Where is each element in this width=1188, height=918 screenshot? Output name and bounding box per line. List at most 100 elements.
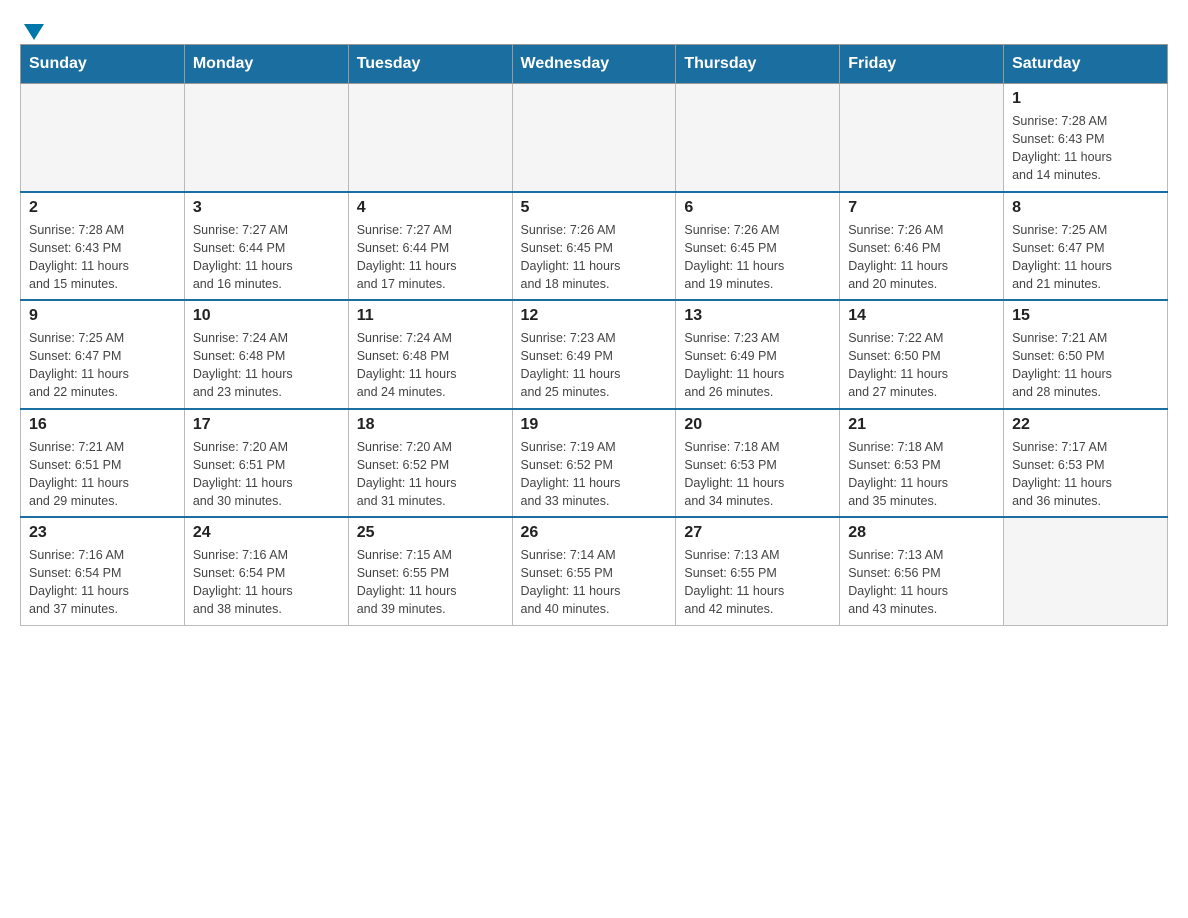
calendar-day-cell: 11 Sunrise: 7:24 AM Sunset: 6:48 PM Dayli…: [348, 300, 512, 409]
calendar-day-cell: [676, 84, 840, 192]
calendar-day-cell: 14 Sunrise: 7:22 AM Sunset: 6:50 PM Dayli…: [840, 300, 1004, 409]
page-header: [20, 20, 1168, 34]
day-number: 13: [684, 307, 831, 325]
day-number: 14: [848, 307, 995, 325]
calendar-day-cell: 20 Sunrise: 7:18 AM Sunset: 6:53 PM Dayli…: [676, 409, 840, 518]
column-header-tuesday: Tuesday: [348, 45, 512, 84]
calendar-day-cell: 28Sunrise: 7:13 AM Sunset: 6:56 PM Dayli…: [840, 517, 1004, 625]
day-info: Sunrise: 7:14 AM Sunset: 6:55 PM Dayligh…: [521, 546, 668, 619]
calendar-day-cell: 10Sunrise: 7:24 AM Sunset: 6:48 PM Dayli…: [184, 300, 348, 409]
day-info: Sunrise: 7:25 AM Sunset: 6:47 PM Dayligh…: [1012, 221, 1159, 294]
day-info: Sunrise: 7:27 AM Sunset: 6:44 PM Dayligh…: [357, 221, 504, 294]
day-info: Sunrise: 7:13 AM Sunset: 6:55 PM Dayligh…: [684, 546, 831, 619]
column-header-monday: Monday: [184, 45, 348, 84]
calendar-day-cell: 17 Sunrise: 7:20 AM Sunset: 6:51 PM Dayli…: [184, 409, 348, 518]
day-number: 11: [357, 307, 504, 325]
day-info: Sunrise: 7:16 AM Sunset: 6:54 PM Dayligh…: [193, 546, 340, 619]
day-number: 18: [357, 416, 504, 434]
day-number: 6: [684, 199, 831, 217]
day-info: Sunrise: 7:17 AM Sunset: 6:53 PM Dayligh…: [1012, 438, 1159, 511]
calendar-day-cell: 1Sunrise: 7:28 AM Sunset: 6:43 PM Daylig…: [1004, 84, 1168, 192]
column-header-sunday: Sunday: [21, 45, 185, 84]
calendar-week-row: 23 Sunrise: 7:16 AM Sunset: 6:54 PM Dayli…: [21, 517, 1168, 625]
day-number: 7: [848, 199, 995, 217]
day-info: Sunrise: 7:18 AM Sunset: 6:53 PM Dayligh…: [848, 438, 995, 511]
logo-general-text: [20, 20, 44, 40]
day-info: Sunrise: 7:16 AM Sunset: 6:54 PM Dayligh…: [29, 546, 176, 619]
day-info: Sunrise: 7:21 AM Sunset: 6:51 PM Dayligh…: [29, 438, 176, 511]
calendar-day-cell: [840, 84, 1004, 192]
calendar-day-cell: 25 Sunrise: 7:15 AM Sunset: 6:55 PM Dayli…: [348, 517, 512, 625]
calendar-week-row: 1Sunrise: 7:28 AM Sunset: 6:43 PM Daylig…: [21, 84, 1168, 192]
calendar-week-row: 9 Sunrise: 7:25 AM Sunset: 6:47 PM Daylig…: [21, 300, 1168, 409]
day-number: 8: [1012, 199, 1159, 217]
calendar-header-row: SundayMondayTuesdayWednesdayThursdayFrid…: [21, 45, 1168, 84]
day-info: Sunrise: 7:26 AM Sunset: 6:45 PM Dayligh…: [684, 221, 831, 294]
day-number: 16: [29, 416, 176, 434]
day-info: Sunrise: 7:23 AM Sunset: 6:49 PM Dayligh…: [521, 329, 668, 402]
calendar-day-cell: 16 Sunrise: 7:21 AM Sunset: 6:51 PM Dayli…: [21, 409, 185, 518]
day-number: 26: [521, 524, 668, 542]
day-number: 19: [521, 416, 668, 434]
calendar-day-cell: 27 Sunrise: 7:13 AM Sunset: 6:55 PM Dayli…: [676, 517, 840, 625]
calendar-week-row: 16 Sunrise: 7:21 AM Sunset: 6:51 PM Dayli…: [21, 409, 1168, 518]
calendar-table: SundayMondayTuesdayWednesdayThursdayFrid…: [20, 44, 1168, 626]
column-header-friday: Friday: [840, 45, 1004, 84]
day-number: 22: [1012, 416, 1159, 434]
calendar-day-cell: 8 Sunrise: 7:25 AM Sunset: 6:47 PM Daylig…: [1004, 192, 1168, 301]
day-info: Sunrise: 7:19 AM Sunset: 6:52 PM Dayligh…: [521, 438, 668, 511]
calendar-day-cell: [21, 84, 185, 192]
day-number: 9: [29, 307, 176, 325]
day-info: Sunrise: 7:23 AM Sunset: 6:49 PM Dayligh…: [684, 329, 831, 402]
day-number: 24: [193, 524, 340, 542]
calendar-day-cell: 15 Sunrise: 7:21 AM Sunset: 6:50 PM Dayli…: [1004, 300, 1168, 409]
calendar-day-cell: 12 Sunrise: 7:23 AM Sunset: 6:49 PM Dayli…: [512, 300, 676, 409]
calendar-day-cell: 2Sunrise: 7:28 AM Sunset: 6:43 PM Daylig…: [21, 192, 185, 301]
day-number: 17: [193, 416, 340, 434]
calendar-day-cell: 22 Sunrise: 7:17 AM Sunset: 6:53 PM Dayli…: [1004, 409, 1168, 518]
calendar-day-cell: 7 Sunrise: 7:26 AM Sunset: 6:46 PM Daylig…: [840, 192, 1004, 301]
logo: [20, 20, 44, 34]
day-info: Sunrise: 7:22 AM Sunset: 6:50 PM Dayligh…: [848, 329, 995, 402]
calendar-day-cell: 9 Sunrise: 7:25 AM Sunset: 6:47 PM Daylig…: [21, 300, 185, 409]
calendar-week-row: 2Sunrise: 7:28 AM Sunset: 6:43 PM Daylig…: [21, 192, 1168, 301]
calendar-day-cell: [348, 84, 512, 192]
calendar-day-cell: 4 Sunrise: 7:27 AM Sunset: 6:44 PM Daylig…: [348, 192, 512, 301]
day-number: 5: [521, 199, 668, 217]
day-info: Sunrise: 7:24 AM Sunset: 6:48 PM Dayligh…: [357, 329, 504, 402]
day-number: 1: [1012, 90, 1159, 108]
calendar-day-cell: 18 Sunrise: 7:20 AM Sunset: 6:52 PM Dayli…: [348, 409, 512, 518]
day-info: Sunrise: 7:26 AM Sunset: 6:46 PM Dayligh…: [848, 221, 995, 294]
day-info: Sunrise: 7:21 AM Sunset: 6:50 PM Dayligh…: [1012, 329, 1159, 402]
calendar-day-cell: [512, 84, 676, 192]
calendar-day-cell: 3Sunrise: 7:27 AM Sunset: 6:44 PM Daylig…: [184, 192, 348, 301]
calendar-day-cell: [1004, 517, 1168, 625]
day-info: Sunrise: 7:26 AM Sunset: 6:45 PM Dayligh…: [521, 221, 668, 294]
day-number: 25: [357, 524, 504, 542]
calendar-day-cell: 26 Sunrise: 7:14 AM Sunset: 6:55 PM Dayli…: [512, 517, 676, 625]
day-number: 15: [1012, 307, 1159, 325]
day-number: 27: [684, 524, 831, 542]
day-number: 10: [193, 307, 340, 325]
day-info: Sunrise: 7:20 AM Sunset: 6:51 PM Dayligh…: [193, 438, 340, 511]
day-number: 3: [193, 199, 340, 217]
day-number: 2: [29, 199, 176, 217]
calendar-day-cell: 5 Sunrise: 7:26 AM Sunset: 6:45 PM Daylig…: [512, 192, 676, 301]
day-number: 4: [357, 199, 504, 217]
calendar-day-cell: 19 Sunrise: 7:19 AM Sunset: 6:52 PM Dayli…: [512, 409, 676, 518]
calendar-day-cell: 6 Sunrise: 7:26 AM Sunset: 6:45 PM Daylig…: [676, 192, 840, 301]
day-number: 21: [848, 416, 995, 434]
day-info: Sunrise: 7:15 AM Sunset: 6:55 PM Dayligh…: [357, 546, 504, 619]
day-number: 23: [29, 524, 176, 542]
calendar-day-cell: 24 Sunrise: 7:16 AM Sunset: 6:54 PM Dayli…: [184, 517, 348, 625]
day-info: Sunrise: 7:20 AM Sunset: 6:52 PM Dayligh…: [357, 438, 504, 511]
calendar-day-cell: 21 Sunrise: 7:18 AM Sunset: 6:53 PM Dayli…: [840, 409, 1004, 518]
day-info: Sunrise: 7:25 AM Sunset: 6:47 PM Dayligh…: [29, 329, 176, 402]
day-number: 20: [684, 416, 831, 434]
column-header-wednesday: Wednesday: [512, 45, 676, 84]
calendar-day-cell: 13 Sunrise: 7:23 AM Sunset: 6:49 PM Dayli…: [676, 300, 840, 409]
day-number: 12: [521, 307, 668, 325]
calendar-day-cell: [184, 84, 348, 192]
column-header-thursday: Thursday: [676, 45, 840, 84]
day-info: Sunrise: 7:18 AM Sunset: 6:53 PM Dayligh…: [684, 438, 831, 511]
